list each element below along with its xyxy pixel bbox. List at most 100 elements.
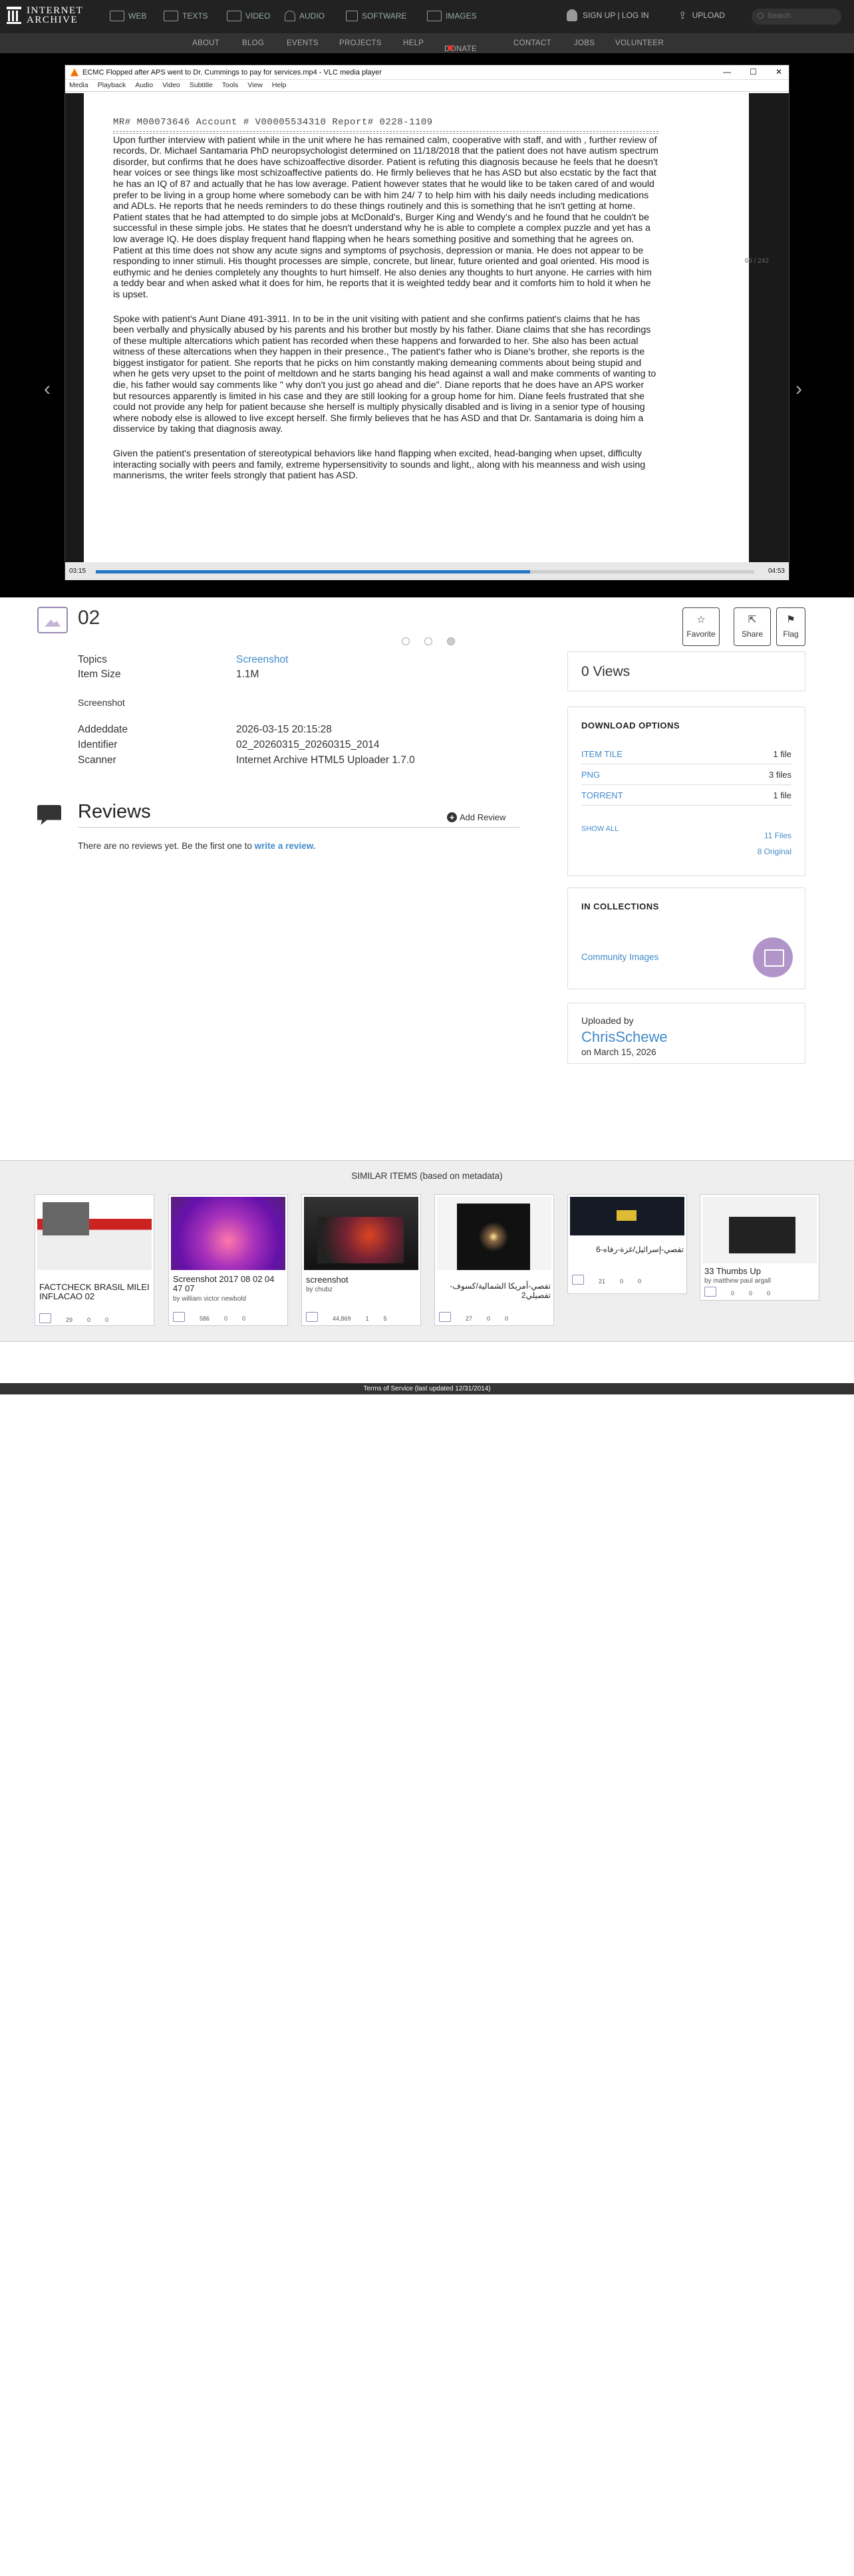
scanner-label: Scanner xyxy=(78,754,116,766)
uploaded-by-label: Uploaded by xyxy=(581,1015,634,1026)
collections-box: IN COLLECTIONS Community Images xyxy=(567,887,805,989)
seek-bar[interactable]: 03:15 04:53 xyxy=(65,562,789,580)
views-count: 0 Views xyxy=(581,664,631,679)
similar-item-card[interactable]: FACTCHECK BRASIL MILEI INFLACAO 02 29 0 0 xyxy=(35,1194,154,1326)
subnav-blog[interactable]: BLOG xyxy=(242,39,264,47)
download-item-tile-link[interactable]: ITEM TILE xyxy=(581,749,623,759)
doc-divider-2 xyxy=(113,132,658,134)
carousel-dot-1[interactable] xyxy=(402,637,410,645)
reviews-heading: Reviews xyxy=(78,801,151,822)
menu-view[interactable]: View xyxy=(247,81,263,90)
add-review-button[interactable]: + Add Review xyxy=(447,812,505,822)
similar-item-thumbnail xyxy=(570,1197,684,1235)
similar-item-card[interactable]: screenshot by chubz 44,869 1 5 xyxy=(301,1194,421,1326)
progress-track[interactable] xyxy=(96,570,754,573)
vlc-player-window: ECMC Flopped after APS went to Dr. Cummi… xyxy=(65,65,789,580)
download-png-link[interactable]: PNG xyxy=(581,770,600,780)
favorites-count: 0 xyxy=(224,1315,228,1322)
similar-item-card[interactable]: تفصي-إسرائيل/غزة-رفاه-6 21 0 0 xyxy=(567,1194,687,1294)
subnav-projects[interactable]: PROJECTS xyxy=(339,39,382,47)
internet-archive-logo[interactable]: INTERNET ARCHIVE xyxy=(7,6,83,25)
image-collection-icon xyxy=(306,1312,318,1322)
image-collection-icon xyxy=(173,1312,185,1322)
logo-line-1: INTERNET xyxy=(27,5,84,16)
similar-item-author: by matthew paul argall xyxy=(704,1277,772,1285)
favorite-button[interactable]: ☆ Favorite xyxy=(682,607,720,646)
similar-item-card[interactable]: تفصي-أمريكا الشمالية/كسوف-تفصيلي2 27 0 0 xyxy=(434,1194,554,1326)
menu-video[interactable]: Video xyxy=(162,81,180,90)
nav-texts-label: TEXTS xyxy=(182,11,208,21)
progress-fill xyxy=(96,570,531,573)
subnav-jobs[interactable]: JOBS xyxy=(574,39,595,47)
signup-login[interactable]: SIGN UP | LOG IN xyxy=(567,9,649,21)
similar-item-card[interactable]: Screenshot 2017 08 02 04 47 07 by willia… xyxy=(168,1194,288,1326)
upload-button[interactable]: ⇪ UPLOAD xyxy=(678,9,725,21)
uploader-link[interactable]: ChrisSchewe xyxy=(581,1029,791,1046)
no-reviews-text: There are no reviews yet. Be the first o… xyxy=(78,841,315,851)
subnav-about[interactable]: ABOUT xyxy=(192,39,219,47)
footer-terms-link[interactable]: Terms of Service (last updated 12/31/201… xyxy=(0,1383,854,1394)
similar-item-thumbnail xyxy=(171,1197,285,1270)
reviews-count: 0 xyxy=(242,1315,246,1322)
next-arrow-icon[interactable]: › xyxy=(795,378,802,401)
menu-tools[interactable]: Tools xyxy=(222,81,239,90)
minimize-icon[interactable]: — xyxy=(723,67,731,77)
close-icon[interactable]: ✕ xyxy=(776,67,782,77)
video-area[interactable]: MR# M00073646 Account # V00005534310 Rep… xyxy=(65,93,789,562)
similar-items-section: SIMILAR ITEMS (based on metadata) FACTCH… xyxy=(0,1160,854,1342)
views-count: 27 xyxy=(466,1315,473,1322)
menu-subtitle[interactable]: Subtitle xyxy=(190,81,213,90)
views-box: 0 Views xyxy=(567,651,805,691)
download-png-count: 3 files xyxy=(769,770,791,780)
similar-item-thumbnail xyxy=(702,1197,817,1263)
subnav-help[interactable]: HELP xyxy=(403,39,424,47)
download-row: ITEM TILE 1 file xyxy=(581,749,791,764)
subnav-volunteer[interactable]: VOLUNTEER xyxy=(615,39,664,47)
maximize-icon[interactable]: ☐ xyxy=(750,67,757,77)
logo-line-2: ARCHIVE xyxy=(27,15,78,25)
collection-link[interactable]: Community Images xyxy=(581,952,658,962)
nav-video[interactable]: VIDEO xyxy=(227,11,270,21)
window-title: ECMC Flopped after APS went to Dr. Cummi… xyxy=(82,68,382,77)
image-icon xyxy=(427,11,442,21)
similar-item-stats: 44,869 1 5 xyxy=(306,1312,419,1322)
subnav-events[interactable]: EVENTS xyxy=(287,39,319,47)
web-icon xyxy=(110,11,124,21)
upload-label: UPLOAD xyxy=(692,11,725,20)
topics-link[interactable]: Screenshot xyxy=(236,654,288,666)
nav-audio[interactable]: AUDIO xyxy=(285,11,325,21)
similar-item-title: تفصي-أمريكا الشمالية/كسوف-تفصيلي2 xyxy=(450,1281,551,1300)
share-button[interactable]: ⇱ Share xyxy=(734,607,771,646)
original-count-link[interactable]: 8 Original xyxy=(758,847,791,856)
menu-playback[interactable]: Playback xyxy=(98,81,126,90)
search-input[interactable]: Search xyxy=(752,9,841,25)
flag-button[interactable]: ⚑ Flag xyxy=(776,607,805,646)
write-review-link[interactable]: write a review. xyxy=(255,841,316,851)
nav-images[interactable]: IMAGES xyxy=(427,11,477,21)
similar-item-title: 33 Thumbs Up xyxy=(704,1266,762,1276)
upload-icon: ⇪ xyxy=(678,10,687,21)
carousel-dot-2[interactable] xyxy=(424,637,432,645)
download-torrent-link[interactable]: TORRENT xyxy=(581,790,623,800)
time-total: 04:53 xyxy=(768,567,785,575)
menu-media[interactable]: Media xyxy=(69,81,88,90)
previous-arrow-icon[interactable]: ‹ xyxy=(44,378,51,401)
download-torrent-count: 1 file xyxy=(773,790,791,800)
menu-help[interactable]: Help xyxy=(272,81,287,90)
nav-software[interactable]: SOFTWARE xyxy=(346,11,407,21)
subnav-contact[interactable]: CONTACT xyxy=(513,39,551,47)
show-all-link[interactable]: SHOW ALL xyxy=(581,825,619,833)
nav-images-label: IMAGES xyxy=(446,11,477,21)
views-count: 586 xyxy=(200,1315,210,1322)
carousel-dot-3[interactable] xyxy=(447,637,455,645)
nav-texts[interactable]: TEXTS xyxy=(164,11,208,21)
community-images-icon[interactable] xyxy=(753,937,793,977)
doc-paragraph-3: Given the patient's presentation of ster… xyxy=(113,448,646,482)
nav-web[interactable]: WEB xyxy=(110,11,146,21)
nav-software-label: SOFTWARE xyxy=(362,11,407,21)
download-options-box: DOWNLOAD OPTIONS ITEM TILE 1 file PNG 3 fi… xyxy=(567,707,805,876)
menu-audio[interactable]: Audio xyxy=(135,81,153,90)
files-count-link[interactable]: 11 Files xyxy=(764,831,791,840)
similar-item-card[interactable]: 33 Thumbs Up by matthew paul argall 0 0 0 xyxy=(700,1194,819,1301)
similar-item-stats: 29 0 0 xyxy=(39,1313,152,1323)
